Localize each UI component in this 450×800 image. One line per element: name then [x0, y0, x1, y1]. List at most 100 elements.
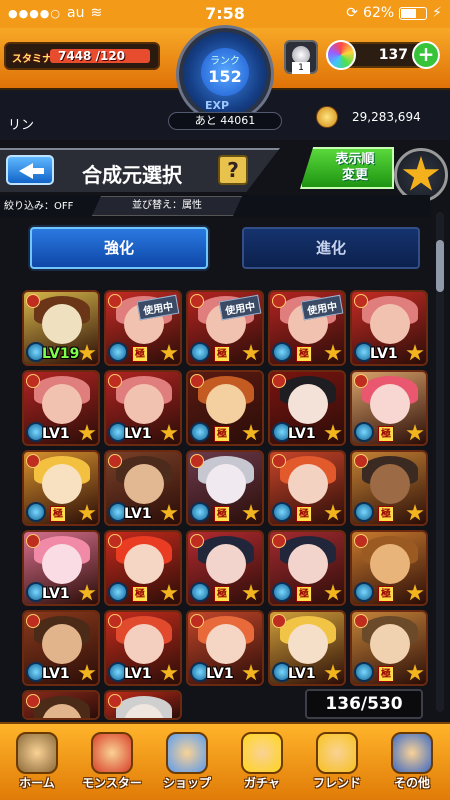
- medal-icon: [108, 294, 122, 308]
- monster-card[interactable]: [104, 690, 182, 720]
- monster-face: [370, 544, 410, 584]
- monster-card[interactable]: LV1: [22, 530, 100, 606]
- monster-card[interactable]: LV1: [268, 370, 346, 446]
- monster-card[interactable]: 極: [350, 450, 428, 526]
- potion-count: 1: [292, 62, 310, 74]
- monster-card[interactable]: 極: [104, 530, 182, 606]
- sort-attribute-chip[interactable]: 並び替え：属性: [92, 196, 242, 216]
- nav-label: ホーム: [19, 776, 55, 790]
- medal-icon: [272, 614, 286, 628]
- medal-icon: [272, 454, 286, 468]
- monster-face: [288, 464, 328, 504]
- medal-icon: [354, 614, 368, 628]
- monster-card[interactable]: LV1: [104, 450, 182, 526]
- kyoku-badge: 極: [214, 346, 230, 362]
- battery-percent: 62%: [363, 5, 395, 21]
- tab-evolve[interactable]: 進化: [242, 227, 420, 269]
- monster-card[interactable]: 極使用中: [104, 290, 182, 366]
- element-water-icon: [190, 502, 210, 522]
- monster-card[interactable]: 極使用中: [186, 290, 264, 366]
- monster-card[interactable]: 極: [186, 450, 264, 526]
- monster-face: [124, 464, 164, 504]
- monster-card[interactable]: LV1: [350, 290, 428, 366]
- medal-icon: [190, 454, 204, 468]
- monster-card[interactable]: LV1: [22, 610, 100, 686]
- monster-card[interactable]: 極: [350, 530, 428, 606]
- nav-item[interactable]: フレンド: [300, 732, 374, 796]
- monster-level: LV1: [370, 346, 398, 362]
- monster-face: [124, 384, 164, 424]
- monster-face: [206, 384, 246, 424]
- gacha-egg-icon: [241, 732, 283, 774]
- medal-icon: [354, 294, 368, 308]
- nav-item[interactable]: モンスター: [75, 732, 149, 796]
- nav-label: ガチャ: [244, 776, 280, 790]
- monster-card[interactable]: LV1: [104, 370, 182, 446]
- element-water-icon: [190, 422, 210, 442]
- medal-icon: [108, 694, 122, 708]
- monster-card[interactable]: LV1: [268, 610, 346, 686]
- monster-face: [206, 544, 246, 584]
- nav-item[interactable]: ショップ: [150, 732, 224, 796]
- monster-card[interactable]: 極使用中: [268, 290, 346, 366]
- back-button[interactable]: [6, 155, 54, 185]
- potion-icon[interactable]: 1: [284, 40, 318, 74]
- monster-level: LV1: [124, 666, 152, 682]
- kyoku-badge: 極: [378, 586, 394, 602]
- tab-enhance[interactable]: 強化: [30, 227, 208, 269]
- medal-icon: [26, 294, 40, 308]
- scrollbar-thumb[interactable]: [436, 240, 444, 292]
- kyoku-badge: 極: [214, 506, 230, 522]
- friend-balloon-icon: [316, 732, 358, 774]
- page-title: 合成元選択: [82, 163, 182, 187]
- monster-card[interactable]: LV1: [22, 370, 100, 446]
- kyoku-badge: 極: [132, 586, 148, 602]
- stamina-gauge[interactable]: スタミナ 7448 /120: [4, 42, 160, 70]
- kyoku-badge: 極: [378, 506, 394, 522]
- monster-level: LV1: [288, 426, 316, 442]
- sort-order-button[interactable]: 表示順 変更: [300, 147, 394, 189]
- monster-card[interactable]: LV19: [22, 290, 100, 366]
- monster-card[interactable]: LV1: [186, 610, 264, 686]
- medal-icon: [26, 614, 40, 628]
- medal-icon: [272, 294, 286, 308]
- filter-toggle[interactable]: 絞り込み：OFF: [4, 197, 73, 212]
- monster-level: LV1: [288, 666, 316, 682]
- monster-card[interactable]: 極: [268, 530, 346, 606]
- monster-card[interactable]: LV1: [104, 610, 182, 686]
- status-right: ⟳ 62% ⚡: [346, 5, 442, 21]
- monster-card[interactable]: 極: [186, 530, 264, 606]
- monster-card[interactable]: 極: [350, 370, 428, 446]
- monster-level: LV1: [124, 426, 152, 442]
- add-orb-button[interactable]: +: [412, 41, 440, 69]
- monster-face: [206, 624, 246, 664]
- element-water-icon: [354, 662, 374, 682]
- element-water-icon: [26, 502, 46, 522]
- monster-card[interactable]: [22, 690, 100, 720]
- medal-icon: [26, 454, 40, 468]
- nav-item[interactable]: その他: [375, 732, 449, 796]
- medal-icon: [190, 534, 204, 548]
- nav-item[interactable]: ホーム: [0, 732, 74, 796]
- kyoku-badge: 極: [378, 666, 394, 682]
- monster-card[interactable]: 極: [268, 450, 346, 526]
- element-water-icon: [190, 582, 210, 602]
- monster-card[interactable]: 極: [22, 450, 100, 526]
- nav-label: モンスター: [82, 776, 142, 790]
- element-water-icon: [108, 342, 128, 362]
- monster-card[interactable]: 極: [350, 610, 428, 686]
- element-water-icon: [190, 342, 210, 362]
- nav-item[interactable]: ガチャ: [225, 732, 299, 796]
- medal-icon: [272, 374, 286, 388]
- monster-card[interactable]: 極: [186, 370, 264, 446]
- favorite-star-button[interactable]: [394, 148, 448, 202]
- charging-icon: ⚡: [432, 5, 442, 21]
- orb-icon: [326, 40, 356, 70]
- other-icon: [391, 732, 433, 774]
- medal-icon: [108, 374, 122, 388]
- battery-icon: [399, 6, 428, 20]
- help-button[interactable]: ?: [218, 155, 248, 185]
- star-icon: [402, 156, 440, 191]
- element-water-icon: [354, 502, 374, 522]
- monster-face: [42, 464, 82, 504]
